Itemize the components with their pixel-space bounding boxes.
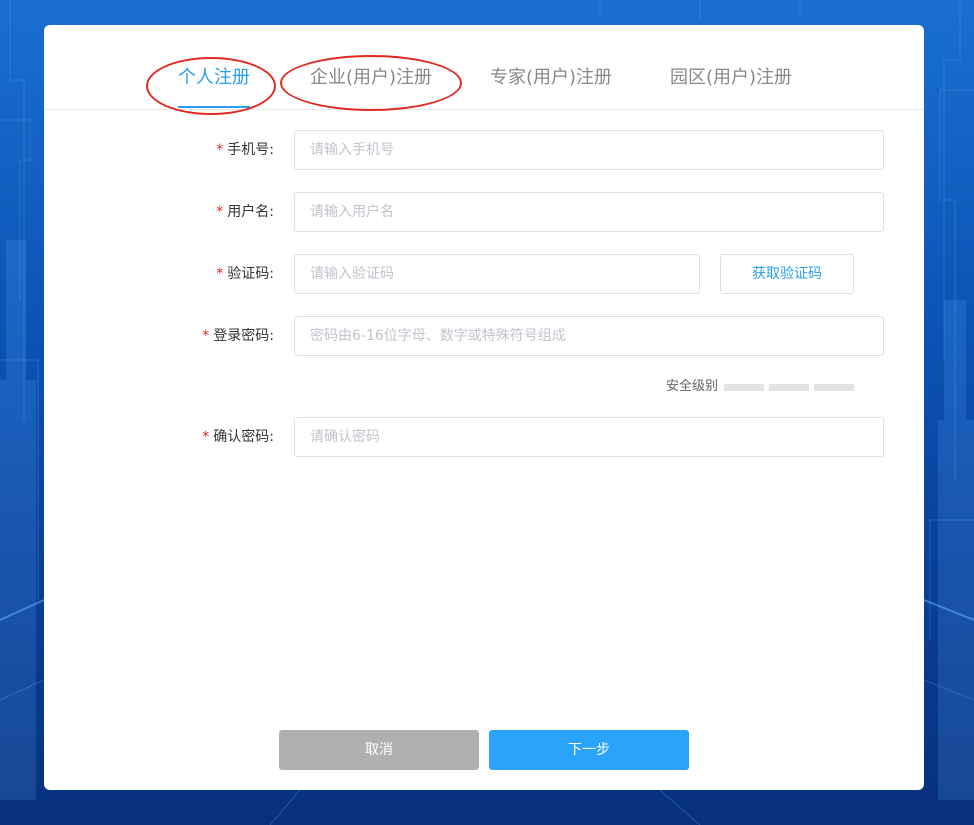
- confirm-row: * 确认密码:: [44, 417, 924, 457]
- registration-tabs: 个人注册 企业(用户)注册 专家(用户)注册 园区(用户)注册: [44, 25, 924, 110]
- cancel-button[interactable]: 取消: [279, 730, 479, 770]
- get-code-button[interactable]: 获取验证码: [720, 254, 854, 294]
- required-mark: *: [202, 429, 210, 445]
- phone-input[interactable]: [294, 130, 884, 170]
- phone-label: * 手机号:: [216, 142, 274, 158]
- required-mark: *: [216, 266, 224, 282]
- password-row: * 登录密码:: [44, 316, 924, 356]
- strength-bar-2: [769, 384, 809, 391]
- username-label: * 用户名:: [216, 204, 274, 220]
- tab-park[interactable]: 园区(用户)注册: [670, 63, 792, 89]
- code-row: *验证码: 获取验证码: [44, 254, 924, 294]
- username-row: * 用户名:: [44, 192, 924, 232]
- code-input[interactable]: [294, 254, 700, 294]
- tab-expert[interactable]: 专家(用户)注册: [490, 63, 612, 89]
- confirm-label: * 确认密码:: [202, 429, 274, 445]
- tab-personal[interactable]: 个人注册: [178, 63, 250, 89]
- username-input[interactable]: [294, 192, 884, 232]
- confirm-password-input[interactable]: [294, 417, 884, 457]
- strength-label: 安全级别: [665, 379, 718, 394]
- password-input[interactable]: [294, 316, 884, 356]
- required-mark: *: [216, 204, 224, 220]
- registration-card: 个人注册 企业(用户)注册 专家(用户)注册 园区(用户)注册 *手机号: *用…: [44, 25, 924, 790]
- required-mark: *: [216, 142, 224, 158]
- password-strength: 安全级别: [44, 377, 924, 397]
- phone-row: * 手机号:: [44, 130, 924, 170]
- strength-bar-3: [814, 384, 854, 391]
- strength-bar-1: [724, 384, 764, 391]
- next-step-button[interactable]: 下一步: [489, 730, 689, 770]
- tab-enterprise[interactable]: 企业(用户)注册: [310, 63, 432, 89]
- code-label: * 验证码:: [216, 266, 274, 282]
- required-mark: *: [202, 328, 210, 344]
- active-tab-indicator: [178, 106, 250, 108]
- password-label: * 登录密码:: [202, 328, 274, 344]
